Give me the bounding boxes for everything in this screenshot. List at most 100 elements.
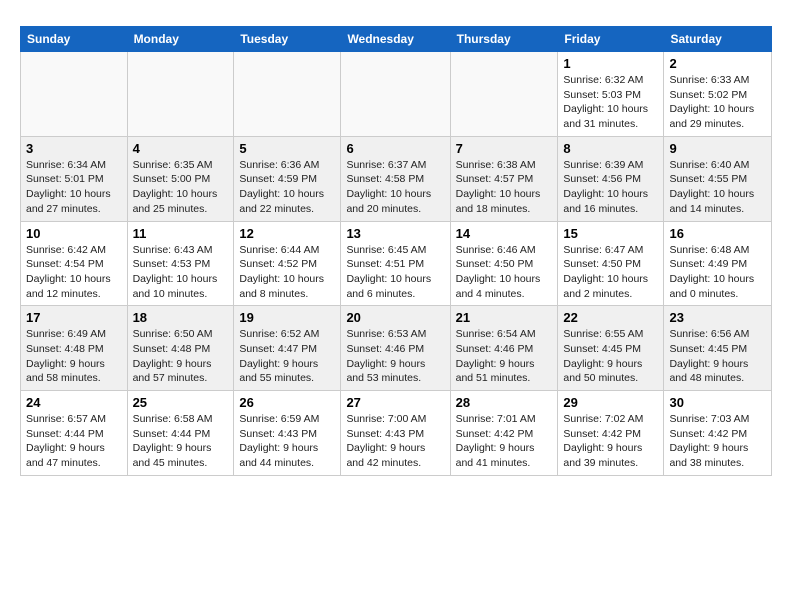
day-info: Sunrise: 6:57 AMSunset: 4:44 PMDaylight:… bbox=[26, 412, 122, 471]
day-number: 24 bbox=[26, 395, 122, 410]
week-row-4: 24 Sunrise: 6:57 AMSunset: 4:44 PMDayligh… bbox=[21, 391, 772, 476]
calendar-cell: 18 Sunrise: 6:50 AMSunset: 4:48 PMDayligh… bbox=[127, 306, 234, 391]
day-info: Sunrise: 6:32 AMSunset: 5:03 PMDaylight:… bbox=[563, 73, 658, 132]
day-info: Sunrise: 6:37 AMSunset: 4:58 PMDaylight:… bbox=[346, 158, 444, 217]
calendar-cell: 8Sunrise: 6:39 AMSunset: 4:56 PMDaylight… bbox=[558, 136, 664, 221]
day-number: 9 bbox=[669, 141, 766, 156]
day-number: 12 bbox=[239, 226, 335, 241]
day-info: Sunrise: 6:45 AMSunset: 4:51 PMDaylight:… bbox=[346, 243, 444, 302]
day-info: Sunrise: 6:59 AMSunset: 4:43 PMDaylight:… bbox=[239, 412, 335, 471]
calendar-cell: 20 Sunrise: 6:53 AMSunset: 4:46 PMDayligh… bbox=[341, 306, 450, 391]
calendar-cell bbox=[21, 52, 128, 137]
day-number: 4 bbox=[133, 141, 229, 156]
calendar-cell: 9 Sunrise: 6:40 AMSunset: 4:55 PMDaylight… bbox=[664, 136, 772, 221]
calendar-cell: 10 Sunrise: 6:42 AMSunset: 4:54 PMDayligh… bbox=[21, 221, 128, 306]
day-info: Sunrise: 6:55 AMSunset: 4:45 PMDaylight:… bbox=[563, 327, 658, 386]
day-info: Sunrise: 7:03 AMSunset: 4:42 PMDaylight:… bbox=[669, 412, 766, 471]
day-info: Sunrise: 6:42 AMSunset: 4:54 PMDaylight:… bbox=[26, 243, 122, 302]
calendar-cell: 6 Sunrise: 6:37 AMSunset: 4:58 PMDaylight… bbox=[341, 136, 450, 221]
day-info: Sunrise: 7:01 AMSunset: 4:42 PMDaylight:… bbox=[456, 412, 553, 471]
calendar-cell: 14 Sunrise: 6:46 AMSunset: 4:50 PMDayligh… bbox=[450, 221, 558, 306]
day-number: 14 bbox=[456, 226, 553, 241]
day-number: 7 bbox=[456, 141, 553, 156]
calendar-cell: 28 Sunrise: 7:01 AMSunset: 4:42 PMDayligh… bbox=[450, 391, 558, 476]
calendar-cell: 22 Sunrise: 6:55 AMSunset: 4:45 PMDayligh… bbox=[558, 306, 664, 391]
weekday-friday: Friday bbox=[558, 27, 664, 52]
day-number: 2 bbox=[669, 56, 766, 71]
calendar-cell: 12 Sunrise: 6:44 AMSunset: 4:52 PMDayligh… bbox=[234, 221, 341, 306]
day-number: 19 bbox=[239, 310, 335, 325]
calendar-cell bbox=[341, 52, 450, 137]
weekday-header-row: SundayMondayTuesdayWednesdayThursdayFrid… bbox=[21, 27, 772, 52]
day-number: 11 bbox=[133, 226, 229, 241]
weekday-tuesday: Tuesday bbox=[234, 27, 341, 52]
day-info: Sunrise: 6:53 AMSunset: 4:46 PMDaylight:… bbox=[346, 327, 444, 386]
day-number: 8 bbox=[563, 141, 658, 156]
day-info: Sunrise: 6:56 AMSunset: 4:45 PMDaylight:… bbox=[669, 327, 766, 386]
day-number: 13 bbox=[346, 226, 444, 241]
day-info: Sunrise: 6:46 AMSunset: 4:50 PMDaylight:… bbox=[456, 243, 553, 302]
day-info: Sunrise: 6:49 AMSunset: 4:48 PMDaylight:… bbox=[26, 327, 122, 386]
calendar-cell: 15 Sunrise: 6:47 AMSunset: 4:50 PMDayligh… bbox=[558, 221, 664, 306]
day-info: Sunrise: 6:50 AMSunset: 4:48 PMDaylight:… bbox=[133, 327, 229, 386]
week-row-0: 1 Sunrise: 6:32 AMSunset: 5:03 PMDaylight… bbox=[21, 52, 772, 137]
day-number: 27 bbox=[346, 395, 444, 410]
day-info: Sunrise: 6:43 AMSunset: 4:53 PMDaylight:… bbox=[133, 243, 229, 302]
day-number: 22 bbox=[563, 310, 658, 325]
day-number: 20 bbox=[346, 310, 444, 325]
day-number: 30 bbox=[669, 395, 766, 410]
calendar-cell: 4 Sunrise: 6:35 AMSunset: 5:00 PMDaylight… bbox=[127, 136, 234, 221]
day-number: 26 bbox=[239, 395, 335, 410]
weekday-saturday: Saturday bbox=[664, 27, 772, 52]
day-number: 17 bbox=[26, 310, 122, 325]
weekday-monday: Monday bbox=[127, 27, 234, 52]
weekday-sunday: Sunday bbox=[21, 27, 128, 52]
day-info: Sunrise: 6:38 AMSunset: 4:57 PMDaylight:… bbox=[456, 158, 553, 217]
day-info: Sunrise: 6:58 AMSunset: 4:44 PMDaylight:… bbox=[133, 412, 229, 471]
calendar-cell bbox=[127, 52, 234, 137]
calendar-cell: 19 Sunrise: 6:52 AMSunset: 4:47 PMDayligh… bbox=[234, 306, 341, 391]
day-number: 23 bbox=[669, 310, 766, 325]
calendar-cell: 24 Sunrise: 6:57 AMSunset: 4:44 PMDayligh… bbox=[21, 391, 128, 476]
day-number: 10 bbox=[26, 226, 122, 241]
calendar-cell: 13 Sunrise: 6:45 AMSunset: 4:51 PMDayligh… bbox=[341, 221, 450, 306]
day-info: Sunrise: 6:33 AMSunset: 5:02 PMDaylight:… bbox=[669, 73, 766, 132]
day-number: 25 bbox=[133, 395, 229, 410]
day-info: Sunrise: 6:34 AMSunset: 5:01 PMDaylight:… bbox=[26, 158, 122, 217]
day-number: 1 bbox=[563, 56, 658, 71]
calendar-cell: 16Sunrise: 6:48 AMSunset: 4:49 PMDayligh… bbox=[664, 221, 772, 306]
page: General Blue SundayMondayTuesdayWednesda… bbox=[0, 0, 792, 486]
day-info: Sunrise: 6:47 AMSunset: 4:50 PMDaylight:… bbox=[563, 243, 658, 302]
week-row-2: 10 Sunrise: 6:42 AMSunset: 4:54 PMDayligh… bbox=[21, 221, 772, 306]
day-number: 5 bbox=[239, 141, 335, 156]
calendar-cell: 26 Sunrise: 6:59 AMSunset: 4:43 PMDayligh… bbox=[234, 391, 341, 476]
day-info: Sunrise: 6:35 AMSunset: 5:00 PMDaylight:… bbox=[133, 158, 229, 217]
calendar-cell: 2 Sunrise: 6:33 AMSunset: 5:02 PMDaylight… bbox=[664, 52, 772, 137]
calendar-cell: 25 Sunrise: 6:58 AMSunset: 4:44 PMDayligh… bbox=[127, 391, 234, 476]
calendar-cell: 21 Sunrise: 6:54 AMSunset: 4:46 PMDayligh… bbox=[450, 306, 558, 391]
calendar-cell: 5 Sunrise: 6:36 AMSunset: 4:59 PMDaylight… bbox=[234, 136, 341, 221]
day-info: Sunrise: 7:00 AMSunset: 4:43 PMDaylight:… bbox=[346, 412, 444, 471]
day-info: Sunrise: 6:52 AMSunset: 4:47 PMDaylight:… bbox=[239, 327, 335, 386]
weekday-thursday: Thursday bbox=[450, 27, 558, 52]
day-number: 29 bbox=[563, 395, 658, 410]
calendar-cell: 3 Sunrise: 6:34 AMSunset: 5:01 PMDaylight… bbox=[21, 136, 128, 221]
day-info: Sunrise: 6:54 AMSunset: 4:46 PMDaylight:… bbox=[456, 327, 553, 386]
weekday-wednesday: Wednesday bbox=[341, 27, 450, 52]
day-info: Sunrise: 6:40 AMSunset: 4:55 PMDaylight:… bbox=[669, 158, 766, 217]
calendar-cell bbox=[234, 52, 341, 137]
day-info: Sunrise: 6:44 AMSunset: 4:52 PMDaylight:… bbox=[239, 243, 335, 302]
day-number: 3 bbox=[26, 141, 122, 156]
day-number: 6 bbox=[346, 141, 444, 156]
calendar-cell bbox=[450, 52, 558, 137]
day-number: 21 bbox=[456, 310, 553, 325]
calendar-cell: 7 Sunrise: 6:38 AMSunset: 4:57 PMDaylight… bbox=[450, 136, 558, 221]
day-number: 15 bbox=[563, 226, 658, 241]
day-number: 18 bbox=[133, 310, 229, 325]
day-info: Sunrise: 7:02 AMSunset: 4:42 PMDaylight:… bbox=[563, 412, 658, 471]
week-row-3: 17 Sunrise: 6:49 AMSunset: 4:48 PMDayligh… bbox=[21, 306, 772, 391]
calendar-cell: 17 Sunrise: 6:49 AMSunset: 4:48 PMDayligh… bbox=[21, 306, 128, 391]
day-number: 28 bbox=[456, 395, 553, 410]
calendar-cell: 27 Sunrise: 7:00 AMSunset: 4:43 PMDayligh… bbox=[341, 391, 450, 476]
day-info: Sunrise: 6:36 AMSunset: 4:59 PMDaylight:… bbox=[239, 158, 335, 217]
